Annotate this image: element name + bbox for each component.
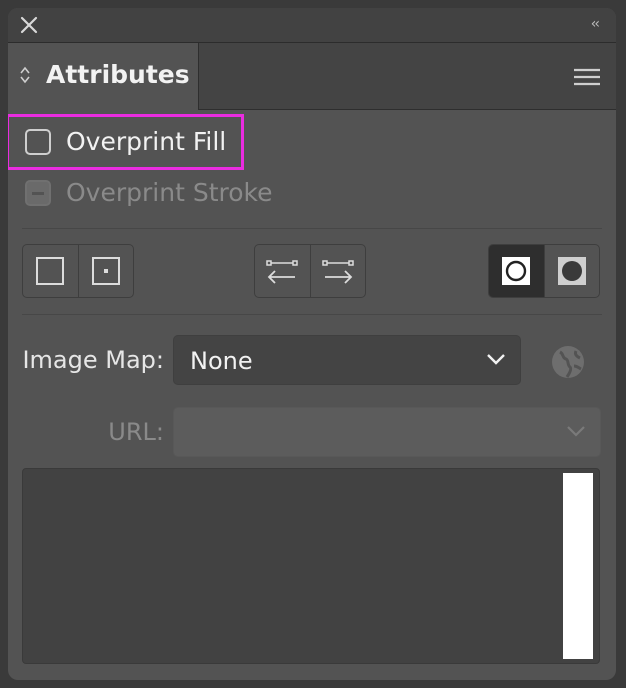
image-map-label: Image Map: <box>22 346 164 374</box>
divider <box>22 228 602 229</box>
dont-show-center-button[interactable] <box>23 245 79 297</box>
reverse-path-direction-on-icon <box>322 260 354 284</box>
tab-label: Attributes <box>46 60 190 89</box>
center-button-group <box>22 244 134 298</box>
panel-options-toggle-icon[interactable] <box>20 66 30 84</box>
panel-menu-icon[interactable] <box>574 68 600 86</box>
panel-titlebar: ‹‹ <box>8 8 616 43</box>
even-odd-fill-rule-icon <box>557 257 586 285</box>
divider <box>22 314 602 315</box>
show-center-button[interactable] <box>79 245 134 297</box>
url-label: URL: <box>108 418 164 446</box>
image-map-value: None <box>190 347 253 375</box>
attributes-panel: ‹‹ Attributes Overprint Fill Overprint S… <box>8 8 616 680</box>
close-icon[interactable] <box>20 16 38 34</box>
chevron-down-icon <box>487 354 505 365</box>
browser-globe-icon[interactable] <box>550 344 586 380</box>
tab-bar: Attributes <box>8 43 616 110</box>
mixed-state-dash <box>32 192 44 195</box>
scrollbar[interactable] <box>563 473 593 659</box>
dont-show-center-icon <box>36 257 65 285</box>
even-odd-fill-rule-button[interactable] <box>545 245 600 297</box>
nonzero-winding-fill-rule-icon <box>502 257 531 285</box>
collapse-icon[interactable]: ‹‹ <box>591 16 600 32</box>
reverse-path-direction-off-button[interactable] <box>255 245 311 297</box>
notes-textarea[interactable] <box>22 468 600 664</box>
chevron-down-icon <box>567 426 585 437</box>
path-direction-button-group <box>254 244 366 298</box>
reverse-path-direction-off-icon <box>266 260 298 284</box>
show-center-icon <box>91 257 120 285</box>
fill-rule-button-group <box>488 244 600 298</box>
overprint-fill-checkbox[interactable] <box>25 129 51 155</box>
overprint-stroke-checkbox[interactable] <box>25 180 51 206</box>
overprint-fill-label[interactable]: Overprint Fill <box>66 127 226 156</box>
overprint-stroke-label[interactable]: Overprint Stroke <box>66 178 272 207</box>
nonzero-winding-fill-rule-button[interactable] <box>489 245 545 297</box>
url-dropdown[interactable] <box>173 407 601 457</box>
image-map-dropdown[interactable]: None <box>173 335 521 385</box>
reverse-path-direction-on-button[interactable] <box>311 245 366 297</box>
tab-attributes[interactable]: Attributes <box>8 43 199 110</box>
